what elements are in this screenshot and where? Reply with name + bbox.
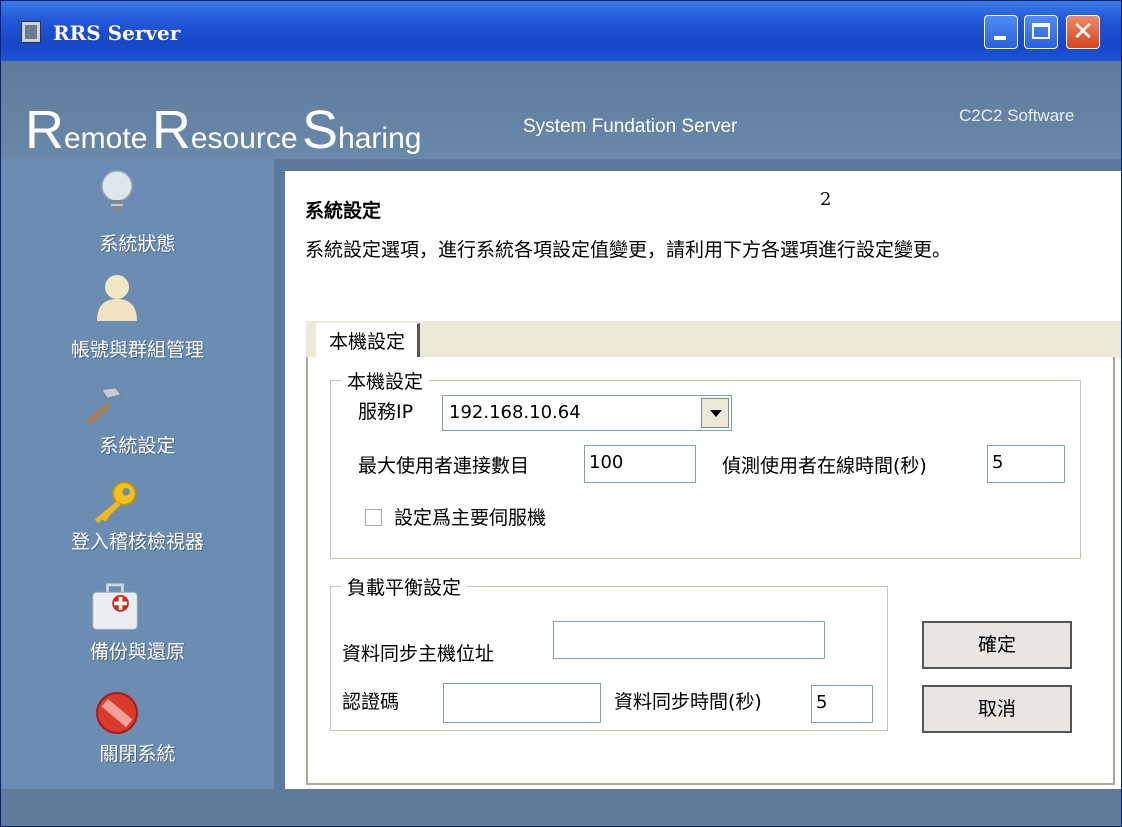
sidebar-item-system-status[interactable]: 系統狀態	[1, 167, 274, 267]
sync-host-input[interactable]	[553, 621, 825, 659]
lightbulb-icon	[101, 170, 133, 212]
detect-online-input[interactable]: 5	[987, 445, 1065, 483]
service-ip-value: 192.168.10.64	[449, 402, 581, 423]
brand-subtitle: System Fundation Server	[523, 116, 738, 137]
app-window: RRS Server ✕ Remote Resource Sharing Sys…	[0, 0, 1122, 827]
brand-logo: Remote Resource Sharing	[25, 100, 422, 160]
primary-server-checkbox[interactable]	[365, 509, 382, 526]
title-bar[interactable]: RRS Server ✕	[1, 1, 1121, 61]
stop-icon	[96, 692, 138, 734]
auth-code-input[interactable]	[443, 683, 601, 723]
max-users-label: 最大使用者連接數目	[358, 455, 530, 477]
window-title: RRS Server	[53, 21, 181, 45]
sync-time-input[interactable]: 5	[811, 685, 873, 723]
local-settings-legend: 本機設定	[347, 371, 424, 393]
tab-content: 本機設定 服務IP 192.168.10.64 最大使用者連接數目 100 偵測…	[306, 357, 1115, 785]
load-balance-legend: 負載平衡設定	[347, 577, 462, 599]
max-users-input[interactable]: 100	[584, 445, 696, 483]
sync-time-label: 資料同步時間(秒)	[614, 691, 762, 713]
company-name: C2C2 Software	[959, 106, 1075, 125]
detect-online-label: 偵測使用者在線時間(秒)	[722, 455, 927, 477]
sidebar-item-shutdown[interactable]: 關閉系統	[1, 689, 274, 789]
sidebar-item-backup-restore[interactable]: 備份與還原	[1, 583, 274, 683]
chevron-down-icon[interactable]	[701, 398, 729, 428]
page-number: 2	[820, 189, 832, 210]
hammer-icon	[86, 387, 122, 425]
header-banner: Remote Resource Sharing System Fundation…	[1, 61, 1121, 159]
tab-local-settings[interactable]: 本機設定	[316, 323, 421, 359]
auth-code-label: 認證碼	[342, 691, 400, 713]
close-button[interactable]: ✕	[1066, 15, 1100, 49]
sidebar-item-login-audit[interactable]: 登入稽核檢視器	[1, 477, 274, 577]
page-description: 系統設定選項，進行系統各項設定值變更，請利用下方各選項進行設定變更。	[305, 239, 952, 261]
cancel-button[interactable]: 取消	[922, 685, 1072, 733]
first-aid-kit-icon	[92, 583, 138, 630]
service-ip-label: 服務IP	[358, 401, 414, 423]
tab-strip: 本機設定	[306, 321, 1121, 359]
minimize-button[interactable]	[984, 15, 1018, 49]
app-icon	[21, 21, 41, 43]
ok-button[interactable]: 確定	[922, 621, 1072, 669]
status-bar	[1, 789, 1121, 826]
key-icon	[94, 481, 137, 524]
sidebar-item-account-group[interactable]: 帳號與群組管理	[1, 271, 274, 371]
service-ip-select[interactable]: 192.168.10.64	[442, 395, 732, 431]
page-title: 系統設定	[305, 200, 382, 222]
main-panel: 系統設定 2 系統設定選項，進行系統各項設定值變更，請利用下方各選項進行設定變更…	[285, 171, 1121, 789]
sync-host-label: 資料同步主機位址	[342, 643, 495, 665]
maximize-button[interactable]	[1024, 15, 1058, 49]
close-icon: ✕	[1072, 17, 1094, 47]
sidebar-item-system-settings[interactable]: 系統設定	[1, 381, 274, 481]
sidebar: 系統狀態 帳號與群組管理 系統設定 登入稽核檢視器 備份與還原 關閉系統	[1, 159, 274, 789]
user-icon	[97, 275, 137, 321]
primary-server-label: 設定爲主要伺服機	[394, 507, 547, 529]
